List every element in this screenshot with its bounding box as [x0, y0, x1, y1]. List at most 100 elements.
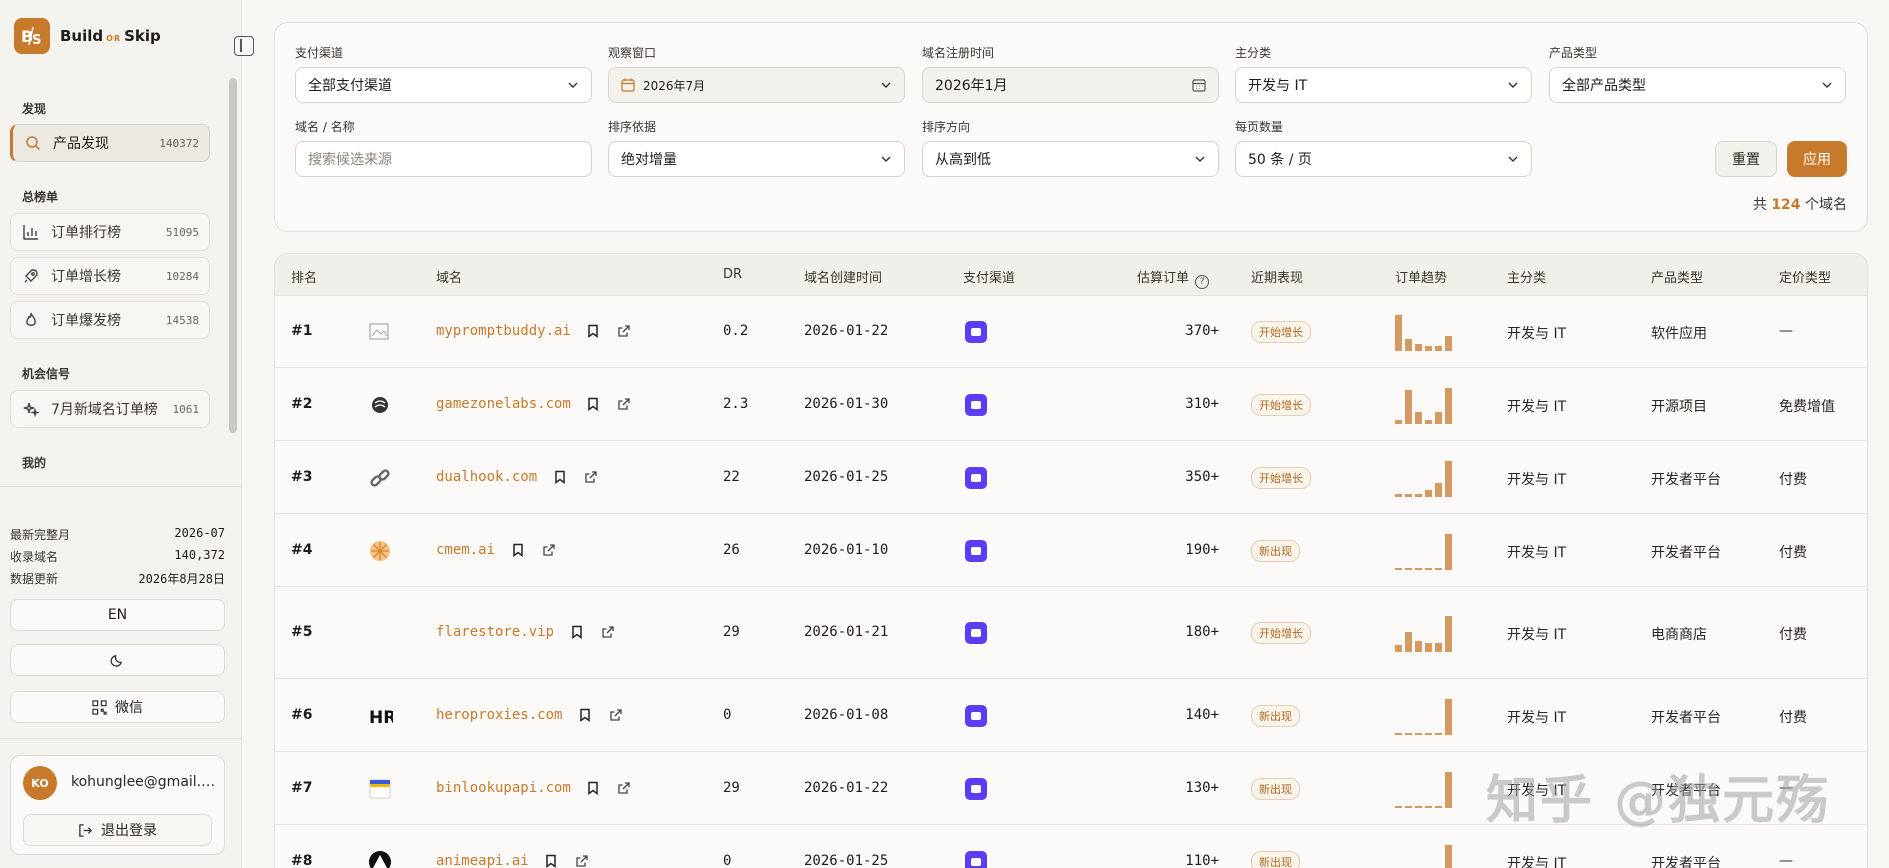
domain-table: 排名 域名 DR 域名创建时间 支付渠道 估算订单? 近期表现 订单趋势 主分类…: [274, 253, 1868, 868]
reset-button[interactable]: 重置: [1715, 141, 1777, 177]
table-row[interactable]: #4 cmem.ai 26 2026-01-10 190+ 新出现 开发与 IT…: [275, 514, 1867, 587]
domain-link[interactable]: cmem.ai: [436, 542, 495, 558]
apply-button[interactable]: 应用: [1787, 141, 1847, 177]
sparkline-bar: [1425, 419, 1432, 424]
external-link-icon[interactable]: [584, 470, 598, 488]
chevron-down-icon: [1508, 82, 1518, 88]
table-row[interactable]: #7 binlookupapi.com 29 2026-01-22 130+ 新…: [275, 752, 1867, 825]
brand-name: Build OR Skip: [60, 27, 161, 45]
sidebar-item-product-discovery[interactable]: 产品发现 140372: [10, 124, 210, 162]
logout-button[interactable]: 退出登录: [23, 814, 212, 846]
sidebar-item-count: 10284: [165, 269, 199, 283]
name-search-input[interactable]: 搜索候选来源: [295, 141, 592, 177]
bookmark-icon[interactable]: [586, 324, 600, 342]
domain-link[interactable]: heroproxies.com: [436, 707, 562, 723]
col-domain[interactable]: 域名: [436, 267, 462, 286]
col-performance[interactable]: 近期表现: [1251, 267, 1303, 286]
domain-link[interactable]: dualhook.com: [436, 469, 537, 485]
reg-time-picker[interactable]: 2026年1月: [922, 67, 1219, 103]
external-link-icon[interactable]: [617, 781, 631, 799]
category-label: 主分类: [1235, 46, 1272, 60]
theme-toggle-button[interactable]: [10, 644, 225, 676]
col-rank[interactable]: 排名: [291, 267, 317, 286]
external-link-icon[interactable]: [617, 324, 631, 342]
moon-icon: [110, 654, 123, 667]
sidebar-item-order-burst[interactable]: 订单爆发榜 14538: [10, 301, 210, 339]
col-payment[interactable]: 支付渠道: [963, 267, 1015, 286]
domain-link[interactable]: flarestore.vip: [436, 624, 554, 640]
payment-channel-icon: [965, 777, 987, 800]
dr-value: 29: [723, 624, 740, 640]
category-value: 开发与 IT: [1507, 471, 1567, 488]
sparkline-bar: [1405, 567, 1412, 570]
language-button[interactable]: EN: [10, 599, 225, 631]
sort-by-select[interactable]: 绝对增量: [608, 141, 905, 177]
col-trend[interactable]: 订单趋势: [1395, 267, 1447, 286]
name-label: 域名 / 名称: [295, 120, 355, 134]
window-select[interactable]: 2026年7月: [608, 67, 905, 103]
dr-value: 0: [723, 706, 732, 723]
table-row[interactable]: #3 dualhook.com 22 2026-01-25 350+ 开始增长 …: [275, 441, 1867, 514]
external-link-icon[interactable]: [609, 708, 623, 726]
external-link-icon[interactable]: [601, 625, 615, 643]
bookmark-icon[interactable]: [511, 543, 525, 561]
table-row[interactable]: #5 flarestore.vip 29 2026-01-21 180+ 开始增…: [275, 587, 1867, 679]
sidebar-item-order-growth[interactable]: 订单增长榜 10284: [10, 257, 210, 295]
external-link-icon[interactable]: [575, 854, 589, 868]
product-type-value: 开发者平台: [1651, 544, 1721, 561]
domain-link[interactable]: mypromptbuddy.ai: [436, 323, 571, 339]
help-icon[interactable]: ?: [1195, 275, 1210, 289]
estimated-orders: 310+: [1185, 395, 1219, 412]
col-created[interactable]: 域名创建时间: [804, 267, 882, 286]
bookmark-icon[interactable]: [586, 781, 600, 799]
bookmark-icon[interactable]: [544, 854, 558, 868]
table-row[interactable]: #8 animeapi.ai 0 2026-01-25 110+ 新出现 开发与…: [275, 825, 1867, 868]
brand[interactable]: BS Build OR Skip: [14, 18, 161, 54]
bookmark-icon[interactable]: [586, 397, 600, 415]
window-value: 2026年7月: [643, 78, 706, 93]
payment-channel-icon: [965, 850, 987, 868]
col-orders[interactable]: 估算订单?: [1137, 267, 1210, 289]
table-row[interactable]: #2 gamezonelabs.com 2.3 2026-01-30 310+ …: [275, 368, 1867, 441]
row-rank: #7: [291, 779, 313, 796]
dr-value: 29: [723, 779, 740, 796]
sort-dir-select[interactable]: 从高到低: [922, 141, 1219, 177]
domain-link[interactable]: animeapi.ai: [436, 853, 529, 868]
sidebar-item-label: 订单排行榜: [51, 225, 121, 241]
sidebar-item-count: 51095: [165, 225, 199, 239]
product-type-select[interactable]: 全部产品类型: [1549, 67, 1846, 103]
broken-image-icon: [367, 319, 393, 349]
sidebar-item-label: 订单增长榜: [51, 269, 121, 285]
domain-link[interactable]: binlookupapi.com: [436, 780, 571, 796]
order-trend-sparkline: [1395, 313, 1452, 351]
user-email: kohunglee@gmail.c...: [71, 774, 216, 790]
sidebar-item-order-ranking[interactable]: 订单排行榜 51095: [10, 213, 210, 251]
table-row[interactable]: #1 mypromptbuddy.ai 0.2 2026-01-22 370+ …: [275, 296, 1867, 368]
payment-select[interactable]: 全部支付渠道: [295, 67, 592, 103]
bookmark-icon[interactable]: [570, 625, 584, 643]
col-product-type[interactable]: 产品类型: [1651, 267, 1703, 286]
page-size-select[interactable]: 50 条 / 页: [1235, 141, 1532, 177]
col-category[interactable]: 主分类: [1507, 267, 1546, 286]
avatar[interactable]: KO: [23, 766, 57, 800]
bookmark-icon[interactable]: [553, 470, 567, 488]
window-label: 观察窗口: [608, 46, 657, 60]
logout-icon: [79, 823, 93, 837]
performance-badge: 开始增长: [1251, 622, 1311, 644]
sidebar-scrollbar[interactable]: [229, 78, 237, 433]
category-select[interactable]: 开发与 IT: [1235, 67, 1532, 103]
sparkline-bar: [1445, 616, 1452, 652]
domain-link[interactable]: gamezonelabs.com: [436, 396, 571, 412]
wechat-button[interactable]: 微信: [10, 691, 225, 723]
col-dr[interactable]: DR: [723, 267, 742, 282]
section-title-signals: 机会信号: [22, 367, 71, 381]
sidebar-item-new-domain-orders[interactable]: 7月新域名订单榜 1061: [10, 390, 210, 428]
bookmark-icon[interactable]: [578, 708, 592, 726]
svg-text:S: S: [32, 33, 41, 48]
collapse-sidebar-button[interactable]: [234, 36, 254, 56]
page-size-value: 50 条 / 页: [1248, 152, 1312, 168]
external-link-icon[interactable]: [617, 397, 631, 415]
external-link-icon[interactable]: [542, 543, 556, 561]
col-pricing[interactable]: 定价类型: [1779, 267, 1831, 286]
table-row[interactable]: #6 HR heroproxies.com 0 2026-01-08 140+ …: [275, 679, 1867, 752]
